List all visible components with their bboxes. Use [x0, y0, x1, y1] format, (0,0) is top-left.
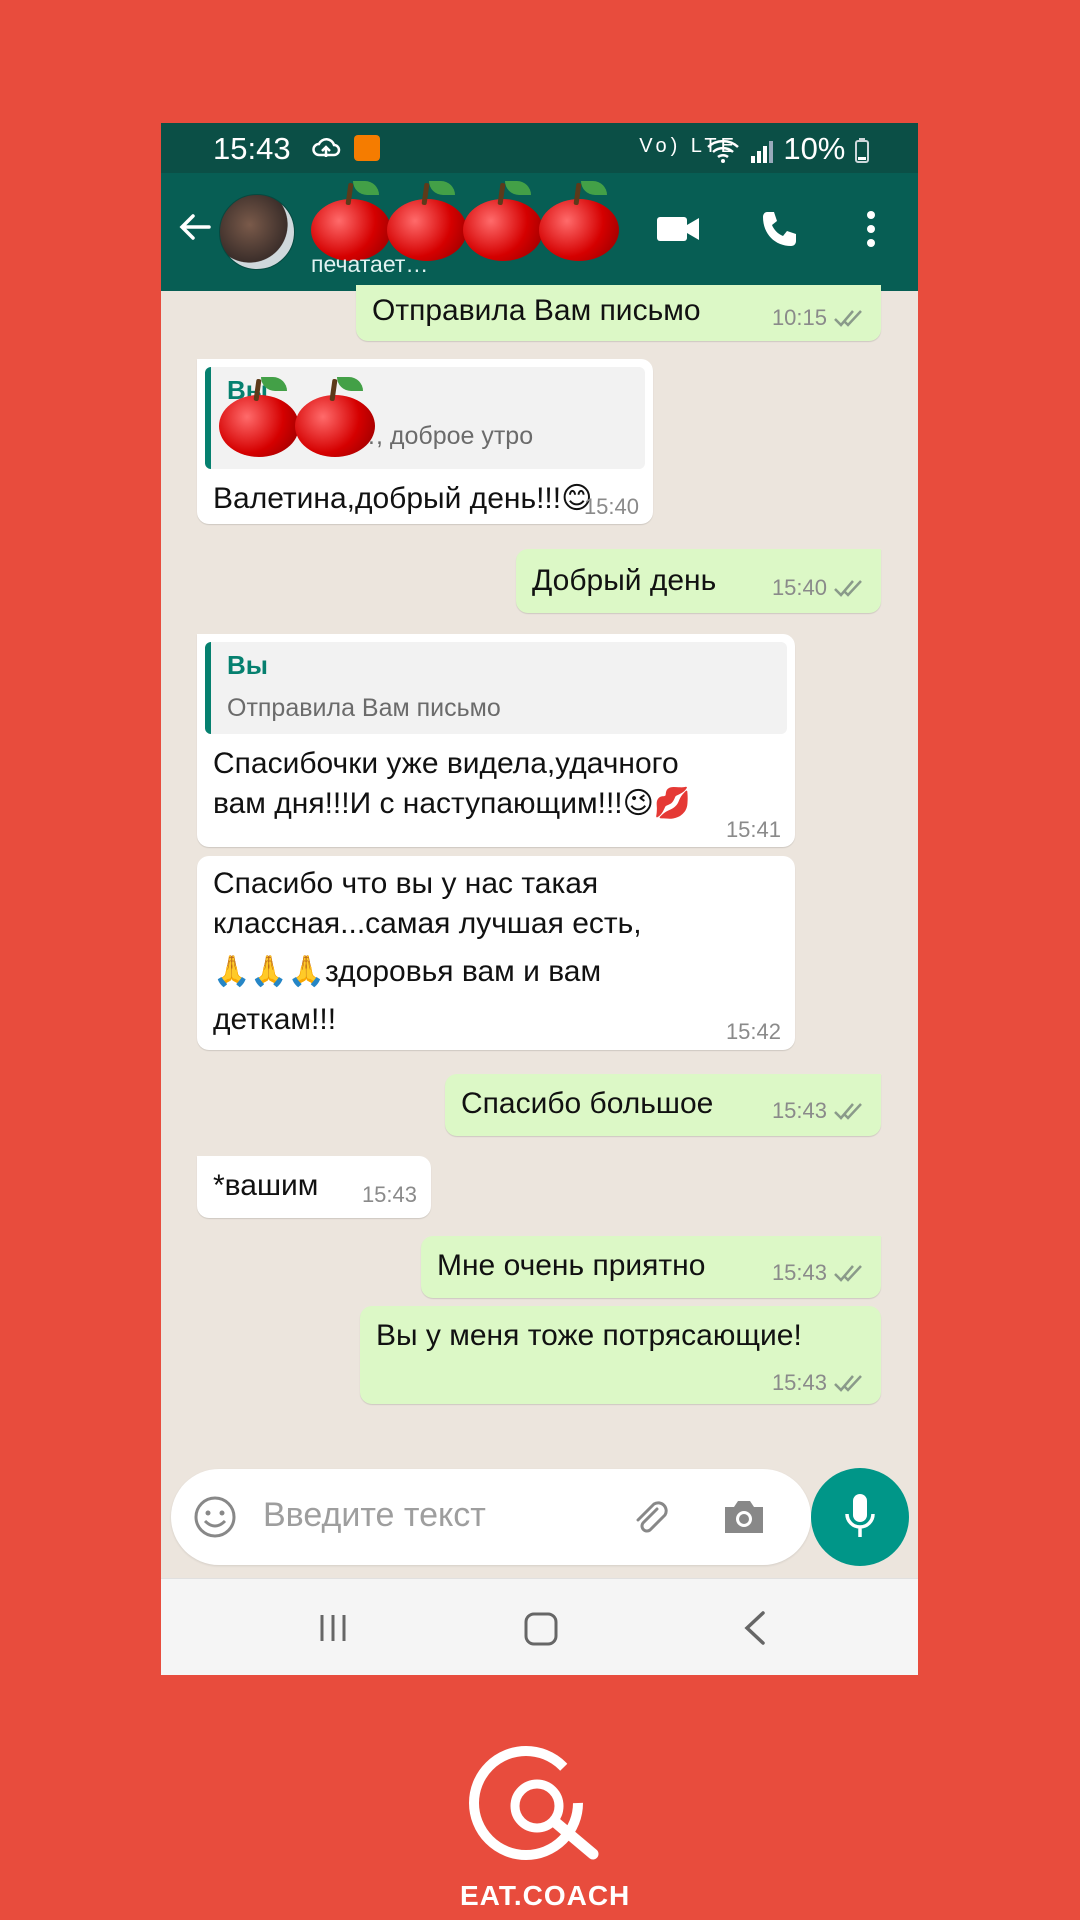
- back-icon[interactable]: [741, 1609, 769, 1647]
- phone-icon[interactable]: [758, 209, 800, 251]
- message-composer[interactable]: Введите текст: [171, 1469, 811, 1565]
- typing-status: печатает…: [311, 251, 429, 277]
- name-censor-apples: [311, 181, 619, 261]
- message-text-line: вам дня!!!И с наступающим!!!😉💋: [213, 787, 692, 820]
- status-time: 15:43: [213, 131, 291, 166]
- message-time: 15:43: [771, 1370, 827, 1395]
- camera-icon[interactable]: [721, 1495, 767, 1537]
- message-text: *вашим: [213, 1169, 319, 1202]
- chat-header: печатает…: [161, 173, 918, 291]
- message-text-line: Спасибочки уже видела,удачного: [213, 747, 679, 780]
- apple-icon: [463, 181, 545, 261]
- message-bubble-outgoing[interactable]: Спасибо большое 15:43: [445, 1074, 881, 1136]
- signal-icon: [750, 140, 773, 163]
- battery-text: 10%: [783, 131, 846, 166]
- apple-icon: [539, 181, 621, 261]
- message-list[interactable]: Отправила Вам письмо 10:15 Вы …, доброе …: [161, 285, 918, 1404]
- double-check-icon: [834, 1375, 862, 1392]
- message-time: 15:42: [725, 1019, 781, 1044]
- quote-text: …, доброе утро: [351, 422, 534, 450]
- system-nav-bar: [161, 1578, 918, 1675]
- double-check-icon: [834, 580, 862, 597]
- message-bubble-incoming[interactable]: *вашим 15:43: [197, 1156, 431, 1218]
- battery-level: 10%: [706, 131, 870, 167]
- message-text: Валетина,добрый день!!!😊: [213, 482, 593, 515]
- message-text-line: 🙏🙏🙏здоровья вам и вам: [213, 955, 602, 988]
- message-text: Вы у меня тоже потрясающие!: [376, 1319, 802, 1352]
- contact-avatar[interactable]: [219, 194, 295, 270]
- double-check-icon: [834, 310, 862, 327]
- eat-coach-logo-icon: [469, 1746, 599, 1860]
- wifi-icon: [707, 139, 739, 163]
- reply-quote[interactable]: Вы Отправила Вам письмо: [205, 642, 787, 734]
- brand-name: EAT.COACH: [460, 1880, 631, 1911]
- apple-icon: [311, 181, 393, 261]
- message-bubble-outgoing[interactable]: Вы у меня тоже потрясающие! 15:43: [360, 1306, 881, 1404]
- message-bubble-outgoing[interactable]: Мне очень приятно 15:43: [421, 1236, 881, 1298]
- apple-icon: [295, 377, 377, 457]
- message-time: 15:43: [361, 1182, 417, 1207]
- cloud-upload-icon: [312, 138, 341, 158]
- more-vert-icon[interactable]: [865, 209, 877, 249]
- message-time: 15:40: [771, 575, 827, 600]
- message-text-line: деткам!!!: [213, 1003, 337, 1036]
- message-time: 15:43: [771, 1098, 827, 1123]
- apple-icon: [387, 181, 469, 261]
- video-call-icon[interactable]: [655, 209, 701, 249]
- message-time: 15:41: [725, 817, 781, 842]
- message-text: Отправила Вам письмо: [372, 294, 701, 327]
- message-bubble-incoming[interactable]: Вы …, доброе утро Валетина,добрый день!!…: [197, 359, 653, 524]
- notification-app-icon: [354, 135, 381, 162]
- emoji-icon[interactable]: [193, 1495, 237, 1539]
- message-text-line: Спасибо что вы у нас такая: [213, 867, 599, 900]
- home-icon[interactable]: [523, 1611, 559, 1647]
- recent-apps-icon[interactable]: [316, 1611, 350, 1645]
- message-bubble-incoming[interactable]: Вы Отправила Вам письмо Спасибочки уже в…: [197, 634, 795, 847]
- double-check-icon: [834, 1103, 862, 1120]
- message-text-line: классная...самая лучшая есть,: [213, 907, 642, 940]
- message-bubble-incoming[interactable]: Спасибо что вы у нас такая классная...са…: [197, 856, 795, 1050]
- message-time: 15:40: [583, 494, 639, 519]
- status-left-icons: [311, 131, 381, 162]
- message-bubble-outgoing[interactable]: Отправила Вам письмо 10:15: [356, 285, 881, 341]
- message-time: 15:43: [771, 1260, 827, 1285]
- message-bubble-outgoing[interactable]: Добрый день 15:40: [516, 549, 881, 613]
- double-check-icon: [834, 1265, 862, 1282]
- attach-icon[interactable]: [627, 1495, 671, 1539]
- mic-icon: [845, 1494, 875, 1537]
- battery-icon: [855, 137, 869, 163]
- message-input[interactable]: Введите текст: [263, 1496, 486, 1535]
- quote-text: Отправила Вам письмо: [227, 694, 501, 722]
- message-text: Мне очень приятно: [437, 1249, 706, 1282]
- phone-screen: 15:43 Vo) LTE 10% печатает… Отправила Ва…: [161, 123, 918, 1675]
- quote-censor-apples: [219, 377, 375, 457]
- message-text: Добрый день: [532, 564, 717, 597]
- status-bar: 15:43 Vo) LTE 10%: [161, 123, 918, 173]
- quote-author: Вы: [227, 650, 268, 680]
- message-time: 10:15: [771, 305, 827, 330]
- mic-button[interactable]: [811, 1468, 909, 1566]
- message-text: Спасибо большое: [461, 1087, 714, 1120]
- apple-icon: [219, 377, 301, 457]
- back-arrow-icon[interactable]: [175, 207, 215, 247]
